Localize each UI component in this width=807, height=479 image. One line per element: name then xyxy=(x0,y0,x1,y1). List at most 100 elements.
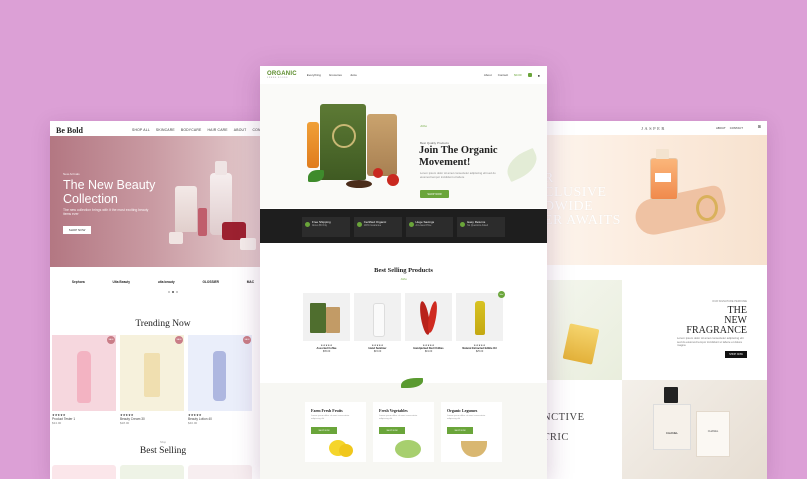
fragrance-desc: Lorem ipsum dolor sit amet consectetur a… xyxy=(677,336,744,348)
chanel-bottle-image: CHANEL xyxy=(653,404,691,450)
product-card[interactable]: ★★★★★ Assorted Coffee $35.00 xyxy=(303,293,350,353)
best-selling-row xyxy=(52,465,252,479)
jasper-preview: JASPER ABOUT CONTACT ⊞ R CLUSIVE DWIDE E… xyxy=(540,121,767,479)
legumes-bowl-image xyxy=(461,441,487,457)
feature-item: Easy Returns No Questions Asked xyxy=(457,217,505,237)
product-price: $25.00 xyxy=(475,350,484,353)
sale-badge: SALE xyxy=(107,336,115,344)
cart-icon[interactable] xyxy=(527,73,532,77)
returns-icon xyxy=(460,222,466,227)
product-card[interactable]: SALE ★★★★★ Beauty Cream 30 $28.00 xyxy=(120,335,184,425)
best-selling-kicker: Jolla xyxy=(400,277,407,281)
hero-line: R xyxy=(544,171,554,186)
product-image: Sale! xyxy=(456,291,505,341)
kraft-bag-image xyxy=(367,114,397,176)
best-selling-kicker: Shop xyxy=(159,441,167,444)
organic-logo[interactable]: ORGANIC FRESH FOODS xyxy=(267,71,297,79)
left-shop-now-button[interactable]: SHOP NOW xyxy=(63,226,91,234)
chilli-thumb xyxy=(426,300,439,334)
product-image xyxy=(405,293,452,341)
center-menu: Everything Groceries Juice xyxy=(307,73,357,77)
brand-logo: ulta beauty xyxy=(157,280,175,284)
kraft-bag-thumb xyxy=(326,307,340,333)
category-shop-button[interactable]: SHOP NOW xyxy=(311,427,337,434)
category-card[interactable]: Farm Fresh Fruits Lorem ipsum dolor sit … xyxy=(305,402,366,462)
chanel-bottle-photo xyxy=(622,380,767,479)
center-navbar: ORGANIC FRESH FOODS Everything Groceries… xyxy=(260,66,547,84)
product-card[interactable]: Sale! ★★★★★ Natural Extracted Edible Oil… xyxy=(456,291,505,353)
left-menu-item[interactable]: SKINCARE xyxy=(156,128,175,132)
product-card[interactable]: SALE ★★★★★ Product Tester 1 $34.00 xyxy=(52,335,116,425)
cart-icon[interactable]: ⊞ xyxy=(758,124,761,129)
feature-item: Certified Organic 100% Guarantee xyxy=(353,217,402,237)
center-menu-item[interactable]: Everything xyxy=(307,73,321,77)
product-price: $34.00 xyxy=(52,421,62,425)
category-card[interactable]: Organic Legumes Lorem ipsum dolor sit am… xyxy=(441,402,502,462)
category-desc: Lorem ipsum dolor sit amet consectetur a… xyxy=(311,415,350,420)
fragrance-kicker: OUR SIGNATURE PERFUME xyxy=(712,300,747,303)
perfume-label xyxy=(655,173,671,182)
center-menu-item[interactable]: About xyxy=(484,73,492,77)
right-menu-item[interactable]: CONTACT xyxy=(730,126,743,130)
product-card[interactable] xyxy=(188,465,252,479)
distinctive-line: TRIC xyxy=(543,432,569,443)
tomato-image xyxy=(387,174,399,186)
center-hero-desc: Lorem ipsum dolor sit amet consectetur a… xyxy=(420,171,496,179)
brand-strip: Sephora Ulta Beauty ulta beauty GLOSSIER… xyxy=(50,271,276,293)
product-image: SALE xyxy=(188,335,252,411)
product-card[interactable] xyxy=(120,465,184,479)
right-hero-title: R CLUSIVE DWIDE ER AWAITS xyxy=(544,172,621,228)
product-card[interactable]: ★★★★★ Hand Sanitizer $15.00 xyxy=(354,293,401,353)
be-bold-preview: Be Bold SHOP ALL SKINCARE BODYCARE HAIR … xyxy=(50,121,276,479)
category-desc: Lorem ipsum dolor sit amet consectetur a… xyxy=(379,415,418,420)
best-selling-heading: Best Selling xyxy=(139,446,187,456)
center-shop-now-button[interactable]: SHOP NOW xyxy=(420,190,449,198)
fragrance-title-line: FRAGRANCE xyxy=(686,325,747,336)
product-grid: ★★★★★ Assorted Coffee $35.00 ★★★★★ Hand … xyxy=(303,291,505,353)
chanel-cap-image xyxy=(664,387,678,403)
center-menu-item[interactable]: Contact xyxy=(498,73,508,77)
product-price: $15.00 xyxy=(373,350,382,353)
product-image: SALE xyxy=(52,335,116,411)
right-navbar: JASPER ABOUT CONTACT ⊞ xyxy=(540,121,767,135)
leaves-image xyxy=(308,170,324,182)
product-card[interactable]: SALE ★★★★★ Beauty Lotion 40 $40.00 xyxy=(188,335,252,425)
fragrance-shop-button[interactable]: SHOP NOW xyxy=(725,351,747,358)
brand-logo: GLOSSIER xyxy=(202,280,219,284)
category-desc: Lorem ipsum dolor sit amet consectetur a… xyxy=(447,415,486,420)
center-right-menu: About Contact $0.00 ● xyxy=(484,73,540,78)
center-menu-item[interactable]: Juice xyxy=(350,73,357,77)
center-hero-kicker: Jolla xyxy=(420,124,427,128)
category-shop-button[interactable]: SHOP NOW xyxy=(379,427,405,434)
dropper-bottle-image xyxy=(198,208,207,236)
chanel-label: CHANEL xyxy=(665,431,679,435)
hero-line: CLUSIVE xyxy=(544,185,607,200)
tube-image xyxy=(144,353,160,397)
feature-sub: At Lowest Price xyxy=(415,224,432,227)
perfume-cap-image xyxy=(656,149,669,159)
left-menu-item[interactable]: BODYCARE xyxy=(181,128,202,132)
category-title: Fresh Vegetables xyxy=(379,408,408,413)
center-menu-item[interactable]: Groceries xyxy=(329,73,342,77)
cart-total[interactable]: $0.00 xyxy=(514,73,522,77)
left-menu-item[interactable]: ABOUT xyxy=(234,128,247,132)
product-card[interactable]: ★★★★★ Handpicked Red Chillies $19.00 xyxy=(405,293,452,353)
category-shop-button[interactable]: SHOP NOW xyxy=(447,427,473,434)
chanel-box-label: CHANEL xyxy=(707,430,719,433)
product-card[interactable] xyxy=(52,465,116,479)
distinctive-line: NCTIVE xyxy=(543,412,585,423)
user-icon[interactable]: ● xyxy=(538,73,540,78)
category-card[interactable]: Fresh Vegetables Lorem ipsum dolor sit a… xyxy=(373,402,434,462)
left-hero-kicker: New Arrivals xyxy=(63,172,80,176)
be-bold-logo[interactable]: Be Bold xyxy=(56,126,83,135)
carousel-dots[interactable] xyxy=(168,291,178,293)
left-menu-item[interactable]: HAIR CARE xyxy=(208,128,228,132)
left-hero-desc: The new collection brings with it the mo… xyxy=(63,208,149,217)
juice-bottle-image xyxy=(307,122,319,168)
jasper-logo[interactable]: JASPER xyxy=(641,126,666,131)
left-menu-item[interactable]: SHOP ALL xyxy=(132,128,150,132)
coffee-bag-emblem xyxy=(332,124,356,148)
right-menu-item[interactable]: ABOUT xyxy=(716,126,726,130)
trending-now-heading: Trending Now xyxy=(135,319,191,329)
oil-bottle-thumb xyxy=(475,301,485,335)
